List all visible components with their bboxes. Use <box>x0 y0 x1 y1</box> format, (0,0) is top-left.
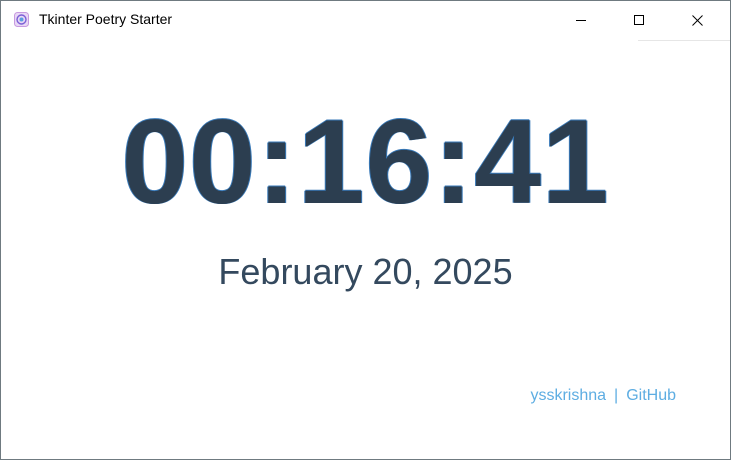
author-link[interactable]: ysskrishna <box>530 387 606 404</box>
maximize-icon <box>634 15 644 25</box>
github-link[interactable]: GitHub <box>626 387 676 404</box>
clock-date: February 20, 2025 <box>218 251 513 292</box>
close-button[interactable] <box>668 1 726 39</box>
app-icon <box>14 12 29 27</box>
titlebar-divider <box>638 40 730 41</box>
app-window: Tkinter Poetry Starter 00:16:41 February… <box>0 0 731 460</box>
title-bar[interactable]: Tkinter Poetry Starter <box>1 1 730 39</box>
window-title: Tkinter Poetry Starter <box>39 11 173 27</box>
minimize-button[interactable] <box>552 1 610 39</box>
minimize-icon <box>576 20 586 21</box>
footer-links: ysskrishna | GitHub <box>530 386 676 406</box>
footer-separator: | <box>614 387 619 404</box>
close-icon <box>691 14 703 26</box>
maximize-button[interactable] <box>610 1 668 39</box>
clock-time: 00:16:41 <box>121 95 610 229</box>
